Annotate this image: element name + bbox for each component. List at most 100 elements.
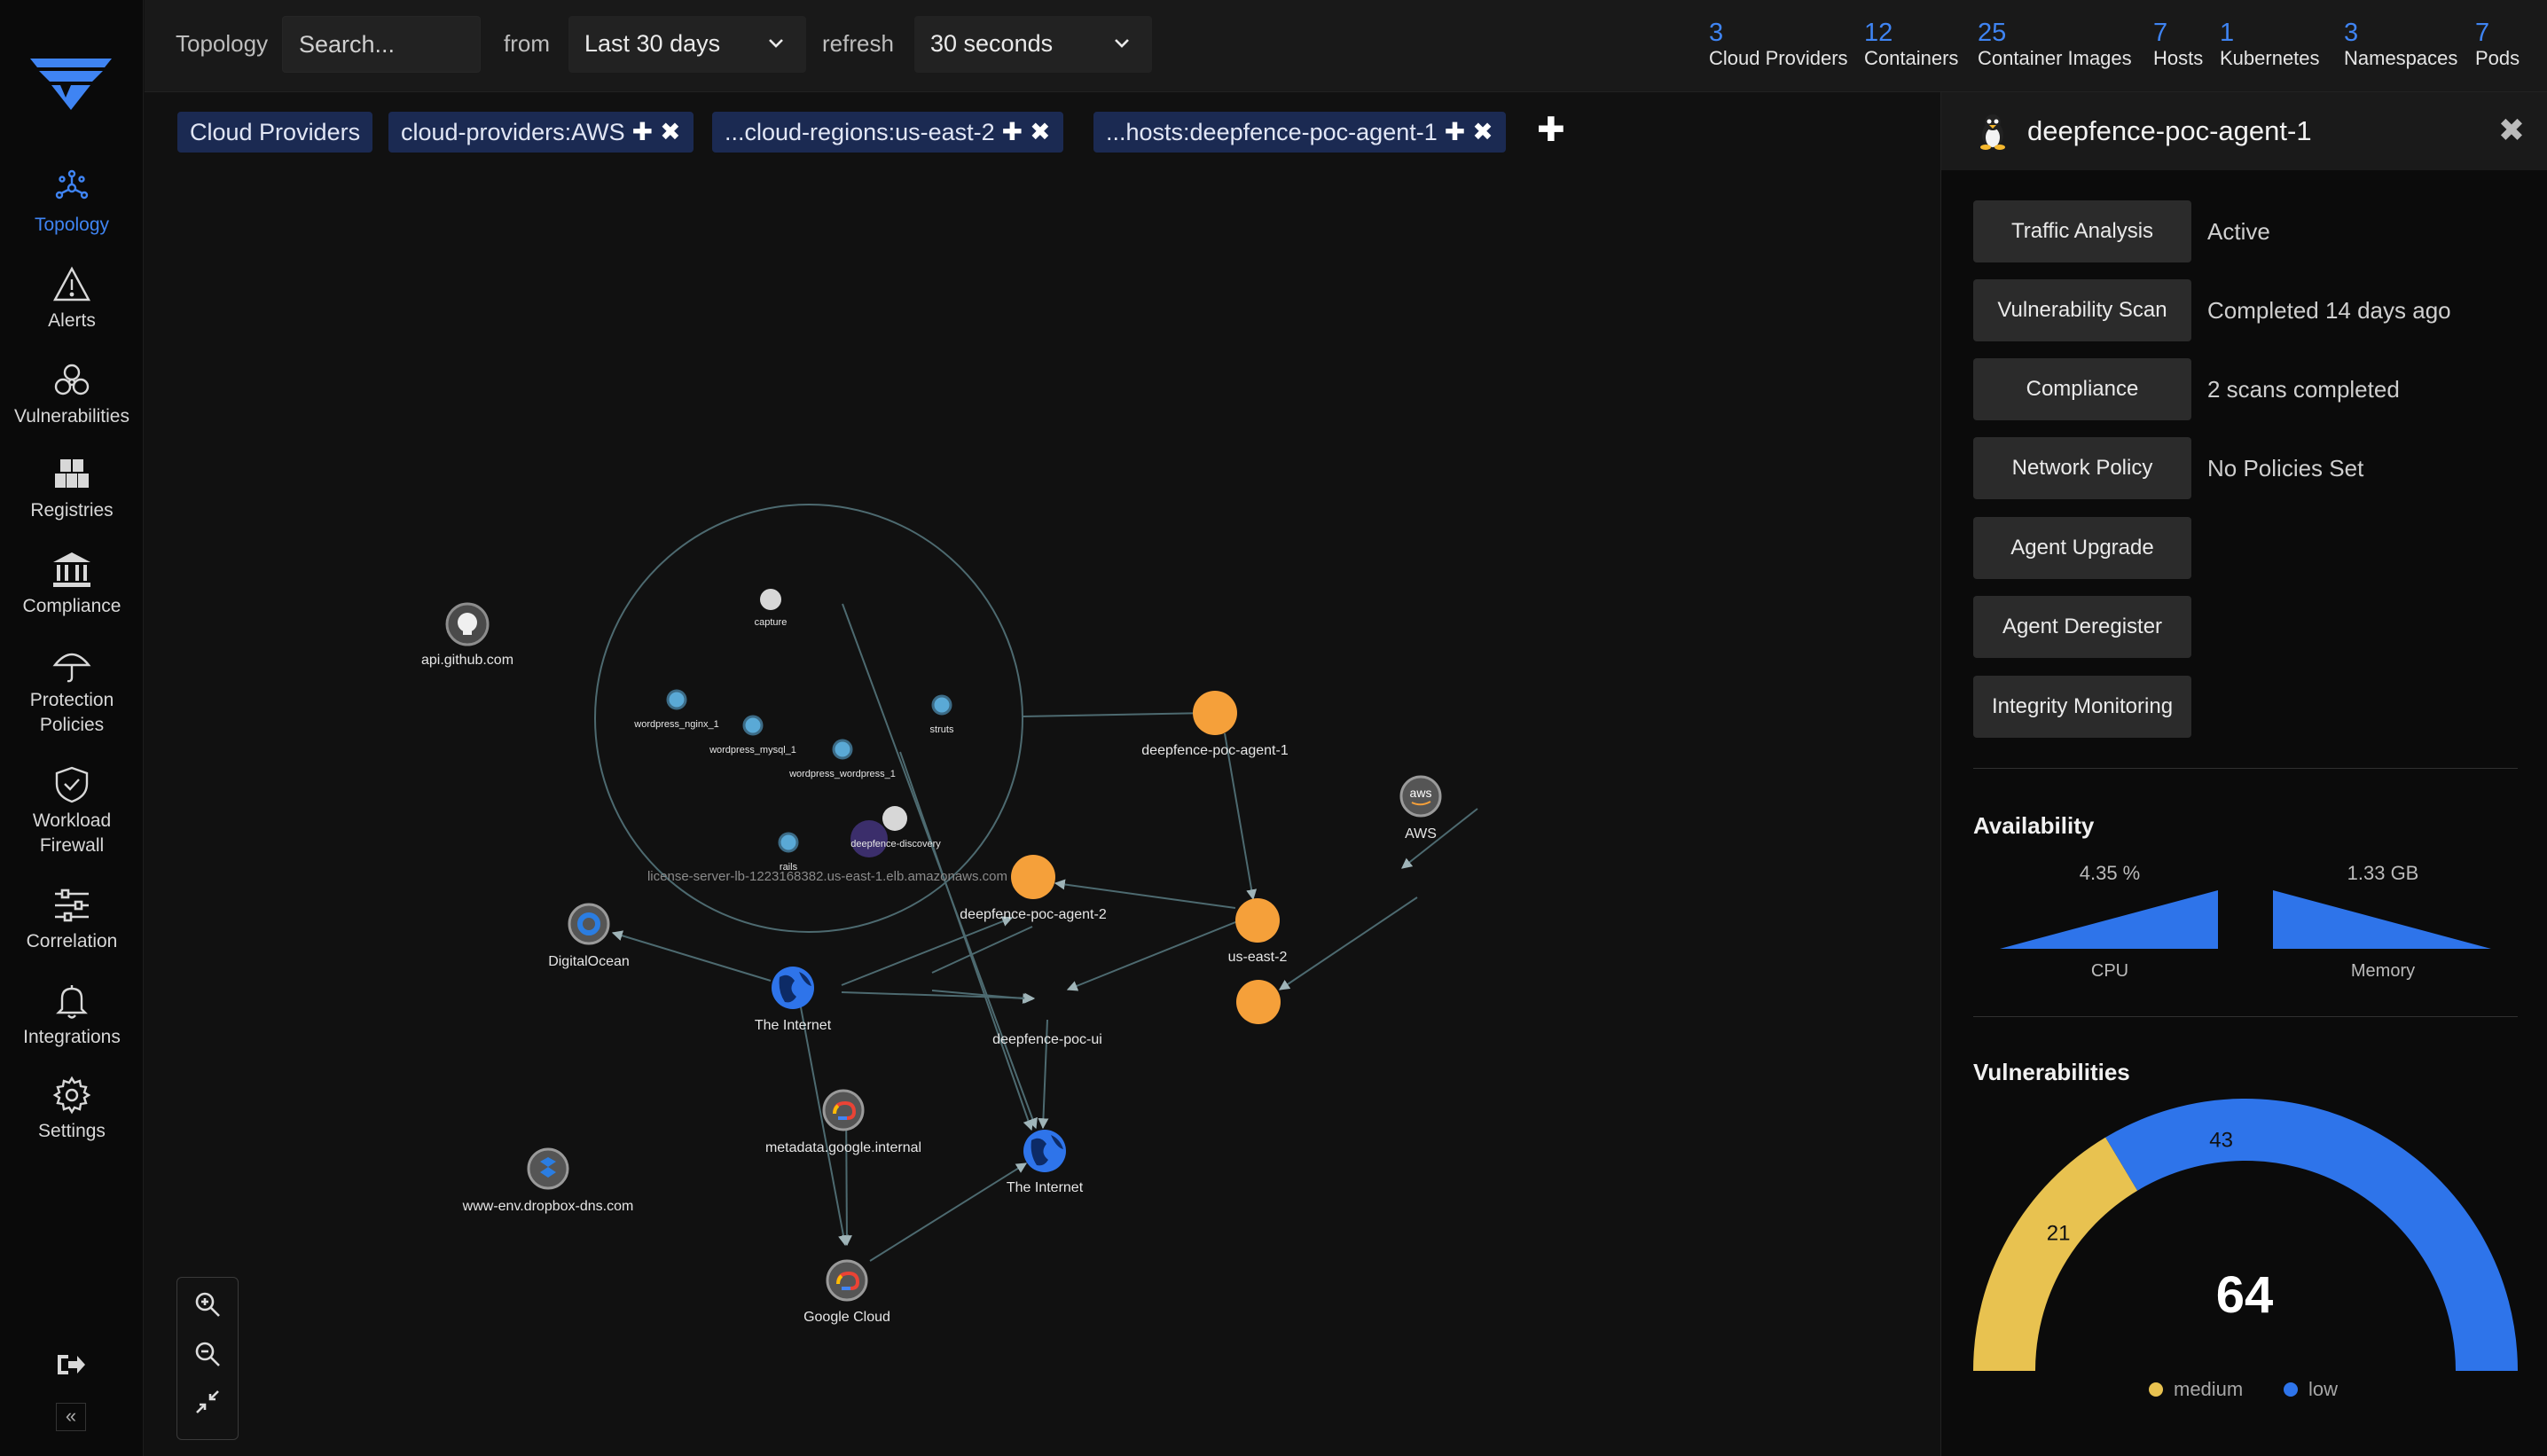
sidebar-item-settings[interactable]: Settings: [0, 1075, 144, 1144]
compliance-status: 2 scans completed: [2207, 376, 2400, 403]
node-the-internet-2[interactable]: [1023, 1130, 1066, 1172]
boxes-icon: [55, 459, 89, 488]
node-rails[interactable]: [778, 832, 799, 853]
node-deepfence-poc-agent-2[interactable]: [1011, 855, 1055, 899]
agent-upgrade-button[interactable]: Agent Upgrade: [1973, 517, 2191, 579]
node-label: DigitalOcean: [548, 954, 630, 969]
zoom-out-icon[interactable]: [193, 1340, 222, 1368]
from-label: from: [504, 30, 550, 57]
graph-edge: [1022, 712, 1211, 717]
time-range-select[interactable]: Last 30 days: [568, 16, 806, 73]
node-metadata-google[interactable]: [822, 1089, 865, 1131]
traffic-analysis-button[interactable]: Traffic Analysis: [1973, 200, 2191, 262]
legend-medium: medium: [2149, 1378, 2243, 1401]
digitalocean-icon: [568, 903, 610, 945]
refresh-interval-select[interactable]: 30 seconds: [914, 16, 1152, 73]
node-wordpress-mysql[interactable]: [742, 715, 764, 736]
sidebar-item-registries[interactable]: Registries: [0, 454, 144, 523]
stat-pods[interactable]: 7 Pods: [2475, 20, 2520, 71]
logout-icon[interactable]: [56, 1351, 86, 1378]
stat-count: 1: [2220, 19, 2235, 47]
memory-sparkline: [2273, 890, 2491, 949]
time-range-value: Last 30 days: [584, 30, 721, 57]
stat-label: Container Images: [1978, 47, 2132, 69]
stat-label: Containers: [1864, 47, 1959, 69]
memory-label: Memory: [2350, 961, 2416, 981]
integrity-monitoring-button[interactable]: Integrity Monitoring: [1973, 676, 2191, 738]
node-label: us-east-2: [1228, 950, 1288, 965]
stat-containers[interactable]: 12 Containers: [1864, 20, 1958, 71]
stat-hosts[interactable]: 7 Hosts: [2153, 20, 2203, 71]
deepfence-logo[interactable]: [30, 55, 112, 114]
panel-title: deepfence-poc-agent-1: [2027, 115, 2312, 146]
search-input[interactable]: Search...: [282, 16, 481, 73]
node-details-panel: deepfence-poc-agent-1 ✖ Traffic Analysis…: [1940, 92, 2547, 1456]
stat-count: 3: [1709, 19, 1724, 47]
node-dropbox[interactable]: [527, 1147, 569, 1190]
vulnerabilities-title: Vulnerabilities: [1973, 1059, 2130, 1085]
node-label: api.github.com: [421, 653, 513, 668]
stat-count: 7: [2153, 19, 2168, 47]
node-google-cloud[interactable]: [826, 1259, 868, 1302]
topology-graph[interactable]: aws api.github.com capture wordpress_ngi…: [145, 92, 1940, 1456]
sidebar: Topology Alerts Vulnerabilities Registri…: [0, 0, 144, 1456]
globe-icon: [1023, 1130, 1066, 1172]
stat-cloud-providers[interactable]: 3 Cloud Providers: [1709, 20, 1848, 71]
close-panel-button[interactable]: ✖: [2498, 112, 2525, 149]
network-policy-button[interactable]: Network Policy: [1973, 437, 2191, 499]
node-aws[interactable]: aws: [1399, 775, 1442, 818]
sidebar-item-label: Topology: [34, 215, 110, 235]
compliance-button[interactable]: Compliance: [1973, 358, 2191, 420]
vulnerability-total: 64: [2216, 1266, 2274, 1324]
graph-edge: [1279, 896, 1418, 990]
chevron-down-icon: [769, 39, 783, 48]
sidebar-item-label: Protection: [29, 690, 114, 710]
stat-container-images[interactable]: 25 Container Images: [1978, 20, 2132, 71]
legend-medium-dot: [2149, 1382, 2163, 1397]
sliders-icon: [55, 888, 89, 922]
legend-low-dot: [2284, 1382, 2298, 1397]
sidebar-item-workload-firewall[interactable]: Workload Firewall: [0, 764, 144, 858]
node-struts[interactable]: [931, 694, 952, 716]
node-label: metadata.google.internal: [765, 1140, 921, 1155]
sidebar-item-correlation[interactable]: Correlation: [0, 885, 144, 954]
cpu-label: CPU: [2090, 961, 2129, 981]
traffic-analysis-status: Active: [2207, 218, 2270, 245]
node-api-github[interactable]: [445, 602, 490, 646]
availability-title: Availability: [1973, 812, 2095, 839]
legend-low-label: low: [2308, 1378, 2339, 1400]
node-the-internet-1[interactable]: [772, 967, 814, 1009]
stat-label: Hosts: [2153, 47, 2204, 69]
sidebar-item-alerts[interactable]: Alerts: [0, 264, 144, 333]
sidebar-item-protection-policies[interactable]: Protection Policies: [0, 644, 144, 738]
cluster-boundary: [594, 504, 1023, 933]
topology-canvas[interactable]: Cloud Providers cloud-providers:AWS ✚ ✖ ..…: [145, 92, 1940, 1456]
sidebar-item-topology[interactable]: Topology: [0, 168, 144, 238]
node-discovery-service[interactable]: [882, 806, 907, 831]
refresh-interval-value: 30 seconds: [930, 30, 1054, 57]
fit-to-screen-icon[interactable]: [193, 1388, 222, 1416]
node-wordpress-wordpress[interactable]: [832, 739, 853, 760]
sidebar-item-vulnerabilities[interactable]: Vulnerabilities: [0, 360, 144, 429]
node-label: deepfence-poc-ui: [992, 1032, 1102, 1047]
collapse-sidebar-button[interactable]: «: [56, 1403, 86, 1431]
node-capture[interactable]: [760, 589, 781, 610]
sidebar-item-label: Compliance: [22, 596, 121, 616]
gauge-segment-low: [2105, 1099, 2518, 1372]
agent-deregister-button[interactable]: Agent Deregister: [1973, 596, 2191, 658]
node-deepfence-poc-ui[interactable]: [1236, 980, 1281, 1024]
node-us-east-2[interactable]: [1235, 898, 1280, 943]
bell-icon: [56, 985, 88, 1019]
sidebar-item-integrations[interactable]: Integrations: [0, 981, 144, 1050]
node-deepfence-poc-agent-1[interactable]: [1193, 691, 1237, 735]
stat-namespaces[interactable]: 3 Namespaces: [2344, 20, 2457, 71]
zoom-in-icon[interactable]: [193, 1290, 222, 1319]
stat-kubernetes[interactable]: 1 Kubernetes: [2220, 20, 2320, 71]
sidebar-item-compliance[interactable]: Compliance: [0, 550, 144, 619]
node-digitalocean[interactable]: [568, 903, 610, 945]
vulnerability-scan-button[interactable]: Vulnerability Scan: [1973, 279, 2191, 341]
availability-sparklines: [2000, 890, 2491, 949]
graph-edge: [1066, 914, 1254, 991]
node-label: deepfence-discovery: [850, 839, 941, 849]
node-wordpress-nginx[interactable]: [666, 689, 687, 710]
